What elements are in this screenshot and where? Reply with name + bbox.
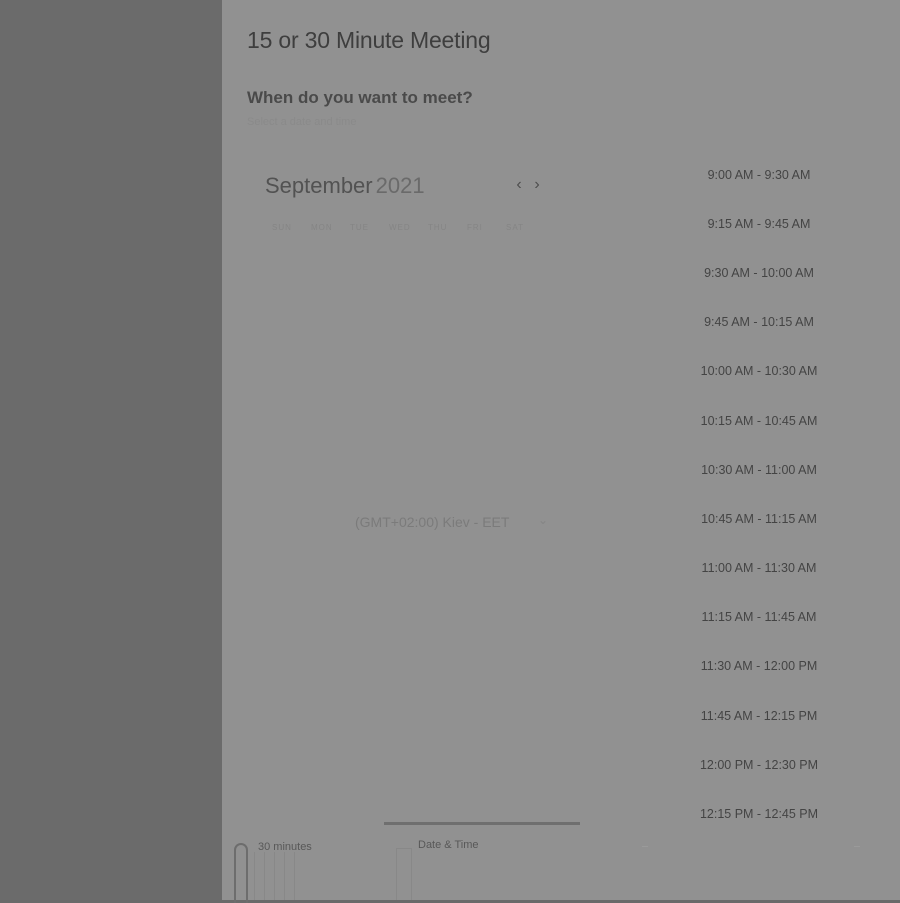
time-slot[interactable]: 11:00 AM - 11:30 AM [684,544,834,593]
time-slot[interactable]: 10:15 AM - 10:45 AM [684,396,834,445]
step-date-time[interactable]: Date & Time [418,839,479,851]
duration-step-graphic [234,843,248,903]
time-slot[interactable]: 10:00 AM - 10:30 AM [684,347,834,396]
timezone-value: (GMT+02:00) Kiev - EET [355,514,510,530]
divider [854,846,860,847]
time-slot[interactable]: 10:30 AM - 11:00 AM [684,445,834,494]
divider [642,846,648,847]
time-slot[interactable]: 9:45 AM - 10:15 AM [684,298,834,347]
chevron-down-icon: ⌄ [538,513,549,527]
time-slot[interactable]: 9:30 AM - 10:00 AM [684,248,834,297]
time-slot[interactable]: 12:00 PM - 12:30 PM [684,740,834,789]
weekday-label: THU [428,223,448,232]
weekday-label: SUN [272,223,292,232]
chevron-left-icon[interactable]: ‹ [511,175,527,195]
timezone-select[interactable]: (GMT+02:00) Kiev - EET ⌄ [355,513,555,536]
time-slot[interactable]: 9:15 AM - 9:45 AM [684,199,834,248]
calendar-year: 2021 [375,173,425,198]
scheduler-panel: 15 or 30 Minute Meeting When do you want… [222,0,900,903]
datetime-step-graphic [396,848,412,900]
calendar-weekdays: SUN MON TUE WED THU FRI SAT [272,223,545,232]
time-slot-list: 9:00 AM - 9:30 AM 9:15 AM - 9:45 AM 9:30… [684,150,834,839]
side-panel [0,0,222,900]
weekday-label: WED [389,223,411,232]
meeting-question: When do you want to meet? [247,88,473,107]
step-progress-indicator [384,822,580,825]
step-duration[interactable]: 30 minutes [258,841,312,853]
time-slot[interactable]: 11:45 AM - 12:15 PM [684,691,834,740]
time-slot[interactable]: 11:15 AM - 11:45 AM [684,593,834,642]
calendar-month-year: September 2021 [265,173,425,199]
time-slot[interactable]: 12:15 PM - 12:45 PM [684,789,834,838]
calendar-month: September [265,173,373,198]
weekday-label: SAT [506,223,524,232]
time-slot[interactable]: 9:00 AM - 9:30 AM [684,150,834,199]
chevron-right-icon[interactable]: › [529,175,545,195]
weekday-label: TUE [350,223,369,232]
weekday-label: FRI [467,223,483,232]
calendar-header: September 2021 ‹ › [265,173,545,203]
selection-hint: Select a date and time [247,116,357,128]
meeting-title: 15 or 30 Minute Meeting [247,27,491,53]
duration-step-lines [254,852,306,900]
weekday-label: MON [311,223,333,232]
time-slot[interactable]: 10:45 AM - 11:15 AM [684,494,834,543]
time-slot[interactable]: 11:30 AM - 12:00 PM [684,642,834,691]
